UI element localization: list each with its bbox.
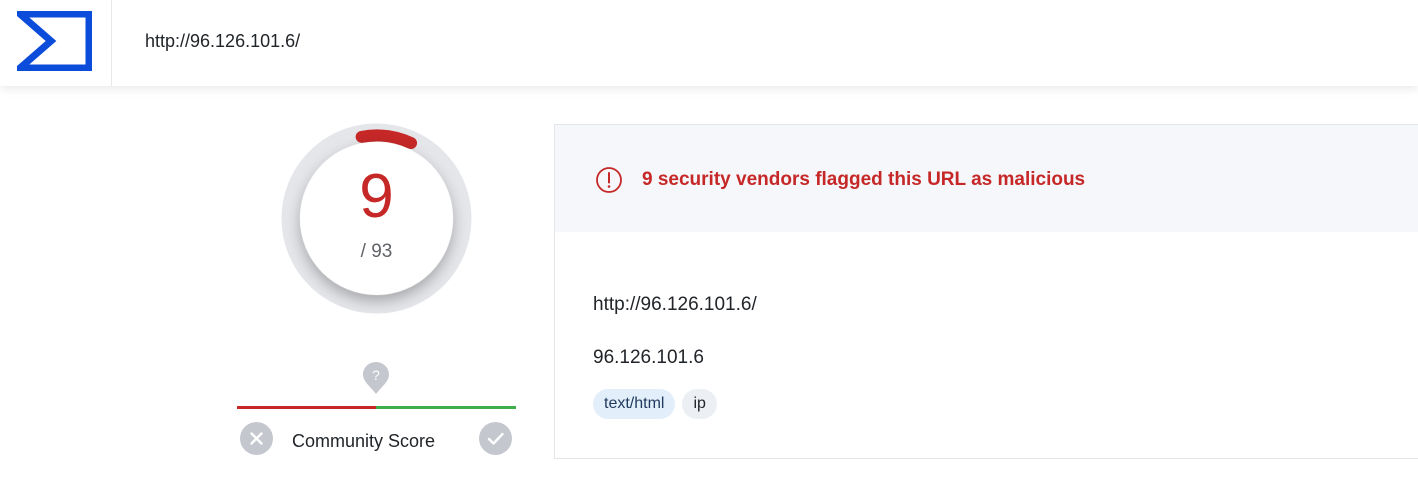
check-icon — [487, 432, 504, 445]
community-negative-bar — [237, 406, 376, 409]
vote-malicious-button[interactable] — [240, 422, 273, 455]
tag-text-html[interactable]: text/html — [593, 389, 676, 419]
community-score-label: Community Score — [292, 431, 436, 451]
sigma-logo-icon — [17, 11, 92, 71]
svg-text:?: ? — [372, 367, 380, 383]
vote-harmless-button[interactable] — [479, 422, 512, 455]
logo-link[interactable] — [0, 0, 112, 86]
tag-list: text/html ip — [593, 389, 717, 419]
total-vendors: / 93 — [360, 241, 393, 262]
url-summary-card: 9 security vendors flagged this URL as m… — [554, 124, 1418, 459]
top-bar — [0, 0, 1418, 86]
question-icon[interactable]: ? — [362, 361, 390, 395]
detection-count: 9 — [359, 162, 394, 231]
close-icon — [250, 432, 263, 445]
detection-gauge: 9 / 93 — [280, 122, 473, 315]
tag-ip[interactable]: ip — [682, 389, 717, 419]
community-score-bar — [237, 406, 516, 409]
score-circle: 9 / 93 — [300, 142, 453, 295]
alert-message: 9 security vendors flagged this URL as m… — [642, 169, 1086, 190]
alert-banner: 9 security vendors flagged this URL as m… — [555, 125, 1418, 232]
search-input[interactable] — [145, 27, 1045, 55]
exclamation-circle-icon — [596, 167, 622, 193]
scanned-url: http://96.126.101.6/ — [593, 294, 757, 315]
community-positive-bar — [376, 406, 516, 409]
host-value[interactable]: 96.126.101.6 — [593, 347, 704, 369]
